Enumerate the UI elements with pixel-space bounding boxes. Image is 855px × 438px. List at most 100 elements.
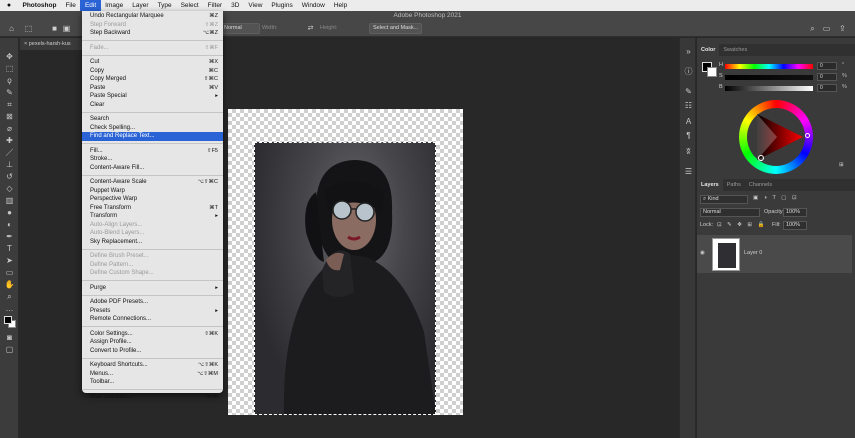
history-brush-icon[interactable]: ↺ [4,172,15,182]
type-tool-icon[interactable]: T [4,244,15,254]
menu-item-undo-rectangular-marquee[interactable]: Undo Rectangular Marquee ⌘Z [82,12,223,21]
menu-item-paste-special[interactable]: Paste Special ▸ [82,92,223,101]
document-tab[interactable]: × pexels-harsh-kus [20,38,86,50]
menu-help[interactable]: Help [329,0,351,11]
menu-item-start-dictation[interactable]: Start Dictation... fn fn [82,393,223,402]
glyphs-icon[interactable]: ʬ [683,146,694,157]
foreground-color[interactable] [4,316,12,324]
clone-stamp-icon[interactable]: ⊥ [4,160,15,170]
background-swatch[interactable] [707,67,717,77]
move-tool-icon[interactable]: ✥ [4,52,15,62]
tab-channels[interactable]: Channels [745,179,776,191]
collapse-icon[interactable]: » [683,46,694,57]
menu-item-search[interactable]: Search [82,115,223,124]
menu-item-cut[interactable]: Cut ⌘X [82,58,223,67]
new-selection-icon[interactable]: ■ [50,24,59,33]
menu-item-assign-profile[interactable]: Assign Profile... [82,338,223,347]
menu-view[interactable]: View [244,0,267,11]
home-icon[interactable]: ⌂ [7,24,16,33]
menu-item-find-and-replace-text[interactable]: Find and Replace Text... [82,132,223,141]
menu-item-remote-connections[interactable]: Remote Connections... [82,315,223,324]
hue-slider[interactable]: H 0 ° [719,62,855,71]
search-icon[interactable]: ⌕ [808,24,817,33]
marquee-tool-icon[interactable]: ⬚ [24,24,33,33]
menu-item-color-settings[interactable]: Color Settings... ⇧⌘K [82,330,223,339]
crop-tool-icon[interactable]: ⌗ [4,100,15,110]
menu-item-content-aware-fill[interactable]: Content-Aware Fill... [82,164,223,173]
layer-row[interactable]: ◉ Layer 0 [697,235,852,273]
adjustments-icon[interactable]: ☷ [683,100,694,111]
menu-window[interactable]: Window [297,0,329,11]
brightness-slider[interactable]: B 0 % [719,84,855,93]
brush-tool-icon[interactable]: ／ [4,148,15,158]
color-triangle[interactable] [747,108,805,166]
portrait-photo[interactable] [254,142,436,415]
hue-handle[interactable] [805,133,810,138]
dodge-tool-icon[interactable]: ◐ [4,220,15,230]
menu-item-toolbar[interactable]: Toolbar... [82,378,223,387]
character-icon[interactable]: A [683,116,694,127]
menu-item-keyboard-shortcuts[interactable]: Keyboard Shortcuts... ⌥⇧⌘K [82,361,223,370]
menu-item-free-transform[interactable]: Free Transform ⌘T [82,204,223,213]
properties-icon[interactable]: ☰ [683,166,694,177]
menu-item-content-aware-scale[interactable]: Content-Aware Scale ⌥⇧⌘C [82,178,223,187]
menu-item-purge[interactable]: Purge ▸ [82,284,223,293]
menu-item-puppet-warp[interactable]: Puppet Warp [82,187,223,196]
menu-photoshop[interactable]: Photoshop [18,0,61,11]
menu-edit[interactable]: Edit [80,0,101,11]
saturation-slider[interactable]: S 0 % [719,73,855,82]
more-tools-icon[interactable]: … [4,304,15,314]
tab-swatches[interactable]: Swatches [719,44,751,56]
menu-item-convert-to-profile[interactable]: Convert to Profile... [82,347,223,356]
menu-item-paste[interactable]: Paste ⌘V [82,84,223,93]
menu-item-transform[interactable]: Transform ▸ [82,212,223,221]
menu-image[interactable]: Image [101,0,128,11]
lock-icons[interactable]: ⊡ ✎ ✥ ⊞ 🔒 [717,222,766,228]
fill-input[interactable]: 100% [783,221,807,230]
zoom-tool-icon[interactable]: ⌕ [4,292,15,302]
marquee-tool-icon[interactable]: ⬚ [4,64,15,74]
pen-tool-icon[interactable]: ✒ [4,232,15,242]
info-icon[interactable]: ⓘ [683,66,694,77]
menu-item-menus[interactable]: Menus... ⌥⇧⌘M [82,370,223,379]
healing-brush-icon[interactable]: ✚ [4,136,15,146]
opacity-input[interactable]: 100% [783,208,807,217]
menu-select[interactable]: Select [176,0,203,11]
menu-item-sky-replacement[interactable]: Sky Replacement... [82,238,223,247]
brush-settings-icon[interactable]: ✎ [683,86,694,97]
hand-tool-icon[interactable]: ✋ [4,280,15,290]
menu-item-check-spelling[interactable]: Check Spelling... [82,124,223,133]
add-selection-icon[interactable]: ▣ [62,24,71,33]
tab-color[interactable]: Color [697,44,720,56]
filter-icons[interactable]: ▣ ◑ T ▢ ⊡ [753,195,799,201]
menu-item-perspective-warp[interactable]: Perspective Warp [82,195,223,204]
path-select-icon[interactable]: ➤ [4,256,15,266]
blend-mode-select[interactable]: Normal [700,208,760,217]
layer-name[interactable]: Layer 0 [744,250,762,256]
menu-item-fill[interactable]: Fill... ⇧F5 [82,147,223,156]
share-icon[interactable]: ⇪ [838,24,847,33]
menu-item-adobe-pdf-presets[interactable]: Adobe PDF Presets... [82,298,223,307]
quick-mask-icon[interactable]: ◙ [4,333,15,343]
blur-tool-icon[interactable]: ● [4,208,15,218]
filter-kind-select[interactable]: ⌕ Kind [700,195,748,204]
menu-filter[interactable]: Filter [203,0,226,11]
eyedropper-icon[interactable]: ⌀ [4,124,15,134]
menu-item-clear[interactable]: Clear [82,101,223,110]
paragraph-icon[interactable]: ¶ [683,130,694,141]
lasso-tool-icon[interactable]: ϙ [4,76,15,86]
quick-select-icon[interactable]: ✎ [4,88,15,98]
color-panel-menu-icon[interactable]: ⊞ [839,162,844,168]
menu-file[interactable]: File [61,0,80,11]
menu-item-copy[interactable]: Copy ⌘C [82,67,223,76]
menu-layer[interactable]: Layer [128,0,153,11]
workspace-icon[interactable]: ▭ [822,24,831,33]
tab-paths[interactable]: Paths [723,179,745,191]
menu-plugins[interactable]: Plugins [267,0,297,11]
screen-mode-icon[interactable]: ▢ [4,345,15,355]
menu-item-presets[interactable]: Presets ▸ [82,307,223,316]
gradient-icon[interactable]: ▥ [4,196,15,206]
shape-tool-icon[interactable]: ▭ [4,268,15,278]
menu-3d[interactable]: 3D [227,0,244,11]
menu-item-copy-merged[interactable]: Copy Merged ⇧⌘C [82,75,223,84]
